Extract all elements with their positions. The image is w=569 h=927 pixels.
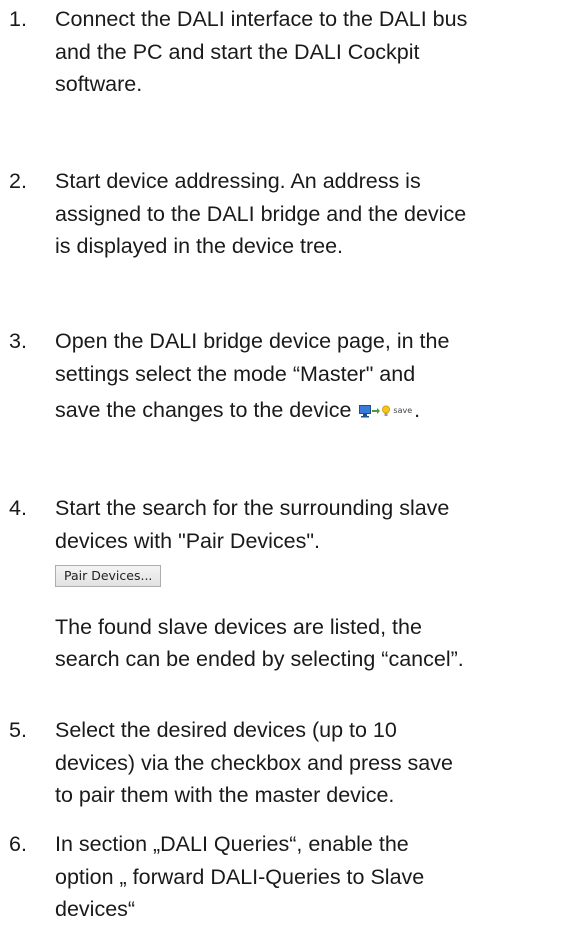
step-text: In section „DALI Queries“, enable the op… xyxy=(55,828,567,926)
monitor-to-bus-icon xyxy=(359,405,381,418)
step-text: Open the DALI bridge device page, in the… xyxy=(55,325,567,427)
step-text: Start the search for the surrounding sla… xyxy=(55,492,567,676)
text-line: Open the DALI bridge device page, in the xyxy=(55,329,450,353)
text-line: devices“ xyxy=(55,897,136,921)
step-text: Start device addressing. An address is a… xyxy=(55,165,567,263)
text-line: search can be ended by selecting “cancel… xyxy=(55,647,464,671)
step-text: Connect the DALI interface to the DALI b… xyxy=(55,3,567,101)
text-line: In section „DALI Queries“, enable the xyxy=(55,832,409,856)
text-line: Select the desired devices (up to 10 xyxy=(55,718,397,742)
step-number: 4. xyxy=(9,496,27,520)
step-number: 3. xyxy=(9,329,27,353)
step-number: 2. xyxy=(9,169,27,193)
step-text: Select the desired devices (up to 10 dev… xyxy=(55,714,567,812)
text-line: software. xyxy=(55,72,143,96)
text-line: Start device addressing. An address is xyxy=(55,169,421,193)
text-line: to pair them with the master device. xyxy=(55,783,395,807)
step-number: 1. xyxy=(9,7,27,31)
text-line: devices with "Pair Devices". xyxy=(55,528,320,553)
step-number: 6. xyxy=(9,832,27,856)
text-line: The found slave devices are listed, the xyxy=(55,614,422,639)
text-line: save the changes to the device xyxy=(55,398,352,422)
sentence-end: . xyxy=(414,398,421,422)
text-line: assigned to the DALI bridge and the devi… xyxy=(55,201,467,226)
instruction-page: 1. Connect the DALI interface to the DAL… xyxy=(0,0,569,927)
text-line: settings select the mode “Master" and xyxy=(55,361,416,386)
pair-devices-button[interactable]: Pair Devices... xyxy=(55,565,162,587)
save-to-bus-icon[interactable]: save xyxy=(359,403,412,419)
text-line: is displayed in the device tree. xyxy=(55,234,344,258)
text-line: Connect the DALI interface to the DALI b… xyxy=(55,7,468,31)
text-line: devices) via the checkbox and press save xyxy=(55,750,453,775)
text-line: and the PC and start the DALI Cockpit xyxy=(55,39,420,64)
lightbulb-icon xyxy=(382,405,391,416)
save-icon-label: save xyxy=(393,406,413,416)
text-line: Start the search for the surrounding sla… xyxy=(55,496,450,520)
step-number: 5. xyxy=(9,718,27,742)
text-line-with-icon: save the changes to the device save . xyxy=(55,394,567,427)
text-line: option „ forward DALI-Queries to Slave xyxy=(55,864,425,889)
